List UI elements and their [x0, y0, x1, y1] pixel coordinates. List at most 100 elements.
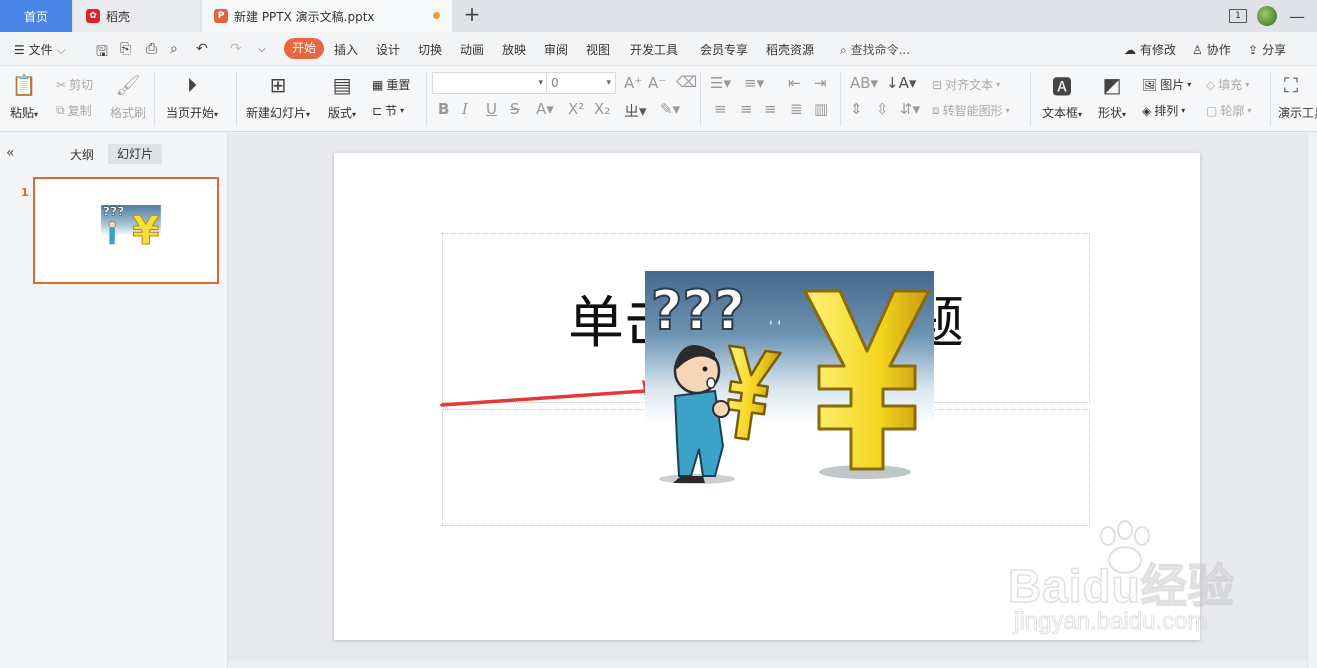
vertical-scrollbar[interactable] — [1307, 133, 1317, 668]
undo-icon[interactable]: ↶ — [196, 41, 208, 57]
has-changes-button[interactable]: ☁ 有修改 — [1124, 41, 1176, 58]
quick-access-dropdown-icon[interactable]: ⌵ — [258, 44, 266, 55]
layers-icon: ◈ — [1142, 103, 1152, 118]
reset-button[interactable]: ▦ 重置 — [372, 76, 410, 93]
menu-developer[interactable]: 开发工具 — [630, 41, 678, 58]
chevron-down-icon: ▾ — [214, 110, 219, 119]
superscript-icon[interactable]: X² — [568, 100, 584, 118]
italic-icon[interactable]: I — [462, 100, 468, 118]
highlight-icon[interactable]: ✎▾ — [660, 100, 680, 118]
tab-slides[interactable]: 幻灯片 — [108, 144, 162, 164]
decrease-font-icon[interactable]: A⁻ — [648, 74, 666, 92]
layout-icon: ▤ — [332, 73, 352, 97]
presentation-tools-icon: ⛶ — [1284, 73, 1298, 97]
ribbon-divider — [154, 72, 155, 126]
menu-transition[interactable]: 切换 — [418, 41, 442, 58]
align-left-icon[interactable]: ≡ — [714, 100, 727, 118]
inserted-picture[interactable]: ??? ' ' — [645, 271, 934, 484]
menu-member[interactable]: 会员专享 — [700, 41, 748, 58]
menu-view[interactable]: 视图 — [586, 41, 610, 58]
command-search[interactable]: ⌕ 查找命令... — [840, 41, 910, 58]
text-spacing-icon[interactable]: ⇳ — [876, 100, 889, 118]
menu-slideshow[interactable]: 放映 — [502, 41, 526, 58]
window-count-icon[interactable]: 1 — [1229, 9, 1247, 23]
distribute-icon[interactable]: ▥ — [814, 100, 828, 118]
new-slide-icon: ⊞ — [269, 73, 287, 97]
redo-icon[interactable]: ↷ — [230, 41, 242, 57]
tab-document[interactable]: P 新建 PPTX 演示文稿.pptx — [202, 0, 452, 32]
slide-thumbnail[interactable]: ??? ¥ — [33, 177, 219, 284]
avatar[interactable] — [1257, 6, 1277, 26]
tab-document-label: 新建 PPTX 演示文稿.pptx — [234, 9, 375, 24]
increase-font-icon[interactable]: A⁺ — [624, 74, 642, 92]
align-center-icon[interactable]: ≡ — [740, 100, 753, 118]
tab-daoke[interactable]: ✿ 稻壳 — [74, 0, 200, 32]
chevron-down-icon: ▾ — [996, 80, 1001, 89]
format-painter-button[interactable]: 🖌 格式刷 — [110, 72, 146, 121]
chevron-down-icon: ▾ — [306, 110, 311, 119]
menu-start[interactable]: 开始 — [284, 38, 324, 59]
menu-animation[interactable]: 动画 — [460, 41, 484, 58]
tab-home[interactable]: 首页 — [0, 0, 72, 32]
paste-button[interactable]: 📋 粘贴▾ — [10, 72, 38, 121]
watermark-brand: Baidu经验 — [1007, 559, 1235, 613]
cut-button[interactable]: ✂ 剪切 — [56, 76, 93, 93]
bold-icon[interactable]: B — [438, 100, 449, 118]
share-button[interactable]: ⇪ 分享 — [1248, 41, 1286, 58]
columns-icon[interactable]: ⇵▾ — [900, 100, 920, 118]
play-from-current-button[interactable]: ⏵ 当页开始▾ — [166, 72, 218, 121]
outline-button[interactable]: ▢ 轮廓 ▾ — [1206, 102, 1251, 119]
align-text-button[interactable]: ⊟ 对齐文本 ▾ — [932, 76, 1000, 93]
font-color-icon[interactable]: A▾ — [536, 100, 554, 118]
smart-shape-button[interactable]: ⧈ 转智能图形 ▾ — [932, 102, 1010, 119]
font-size-select[interactable]: 0 ▾ — [546, 72, 616, 94]
paragraph-spacing-icon[interactable]: ⇕ — [850, 100, 863, 118]
justify-icon[interactable]: ≣ — [790, 100, 803, 118]
chevron-down-icon: ▾ — [1122, 110, 1127, 119]
strikethrough-icon[interactable]: S — [510, 100, 520, 118]
save-icon[interactable]: 🖫 — [96, 41, 108, 65]
new-slide-button[interactable]: ⊞ 新建幻灯片▾ — [246, 72, 310, 121]
print-preview-icon[interactable]: ⌕ — [170, 41, 178, 57]
text-direction-icon[interactable]: AB▾ — [850, 74, 878, 92]
menu-insert[interactable]: 插入 — [334, 41, 358, 58]
collapse-panel-icon[interactable]: « — [6, 145, 15, 161]
scissors-icon: ✂ — [56, 77, 67, 92]
subscript-icon[interactable]: X₂ — [594, 100, 610, 118]
align-right-icon[interactable]: ≡ — [764, 100, 777, 118]
underline-icon[interactable]: U — [486, 100, 497, 118]
layout-button[interactable]: ▤ 版式▾ — [328, 72, 356, 121]
line-spacing-icon[interactable]: ↓A▾ — [886, 74, 916, 92]
menu-design[interactable]: 设计 — [376, 41, 400, 58]
decrease-indent-icon[interactable]: ⇤ — [788, 74, 801, 92]
increase-indent-icon[interactable]: ⇥ — [814, 74, 827, 92]
thumbnail-illustration: ??? ¥ — [101, 205, 161, 249]
menu-daoke-resources[interactable]: 稻壳资源 — [766, 41, 814, 58]
file-menu[interactable]: ☰ 文件 ⌵ — [14, 41, 66, 58]
picture-button[interactable]: 🖼 图片 ▾ — [1142, 76, 1191, 93]
font-family-select[interactable]: ▾ — [432, 72, 548, 94]
menu-review[interactable]: 审阅 — [544, 41, 568, 58]
export-pdf-icon[interactable]: ⎘ — [120, 41, 131, 57]
presentation-tools-button[interactable]: ⛶ 演示工具 — [1278, 72, 1317, 121]
shape-label: 形状 — [1098, 106, 1123, 120]
numbered-list-icon[interactable]: ≡▾ — [744, 74, 764, 92]
clear-format-icon[interactable]: ⌫ — [676, 73, 697, 91]
ribbon-toolbar: 📋 粘贴▾ ✂ 剪切 ⧉ 复制 🖌 格式刷 ⏵ 当页开始▾ ⊞ 新建幻灯片▾ ▤ 版… — [0, 66, 1317, 132]
minimize-button[interactable]: — — [1287, 7, 1307, 26]
fill-button[interactable]: ◇ 填充 ▾ — [1206, 76, 1249, 93]
arrange-button[interactable]: ◈ 排列 ▾ — [1142, 102, 1185, 119]
textbox-button[interactable]: 🅰 文本框▾ — [1042, 72, 1082, 121]
section-button[interactable]: ⊏ 节 ▾ — [372, 102, 404, 119]
shape-button[interactable]: ◩ 形状▾ — [1098, 72, 1126, 121]
watermark-url: jingyan.baidu.com — [1013, 608, 1208, 636]
new-tab-button[interactable]: + — [462, 4, 482, 26]
chevron-down-icon: ▾ — [1078, 110, 1083, 119]
copy-button[interactable]: ⧉ 复制 — [56, 102, 92, 119]
print-icon[interactable]: ⎙ — [146, 41, 157, 57]
paint-bucket-icon: ◇ — [1206, 77, 1216, 92]
collaborate-button[interactable]: ♙ 协作 — [1192, 41, 1231, 58]
phonetic-icon[interactable]: ㄓ▾ — [624, 100, 647, 121]
tab-outline[interactable]: 大纲 — [70, 146, 94, 163]
bullet-list-icon[interactable]: ☰▾ — [710, 74, 731, 92]
